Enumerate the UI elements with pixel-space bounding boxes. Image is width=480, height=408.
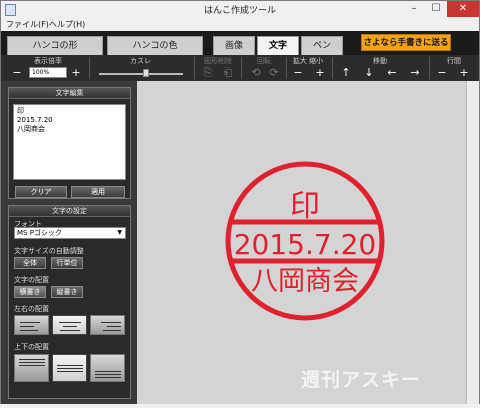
menu-help[interactable]: ヘルプ(H) [49, 19, 85, 30]
delete-shape-label: 図形削除 [204, 57, 232, 65]
text-settings-header: 文字の設定 [9, 206, 130, 217]
vertical-align-label: 上下の配置 [14, 343, 49, 351]
rotate-label: 回転 [257, 57, 271, 65]
toolbar-divider [89, 57, 90, 79]
autosize-all-button[interactable]: 全体 [14, 257, 46, 269]
zoom-label: 表示倍率 [34, 57, 62, 65]
stamp-canvas[interactable]: 印 2015.7.20 八岡商会 [137, 81, 466, 404]
kasure-slider-thumb[interactable] [143, 69, 149, 77]
kasure-label: カスレ [130, 57, 151, 65]
app-window: はんこ作成ツール – ☐ ✕ ファイル(F) ヘルプ(H) ハンコの形 ハンコの… [0, 0, 480, 404]
move-down-button[interactable]: ↓ [362, 67, 376, 80]
scale-up-button[interactable]: + [313, 67, 327, 80]
line-spacing-decrease-button[interactable]: − [435, 67, 449, 80]
text-line-1: 印 [17, 107, 24, 115]
autosize-per-line-button[interactable]: 行単位 [51, 257, 83, 269]
horizontal-align-label: 左右の配置 [14, 305, 49, 313]
zoom-out-button[interactable]: − [10, 67, 24, 80]
move-label: 移動 [373, 57, 387, 65]
scale-label: 拡大 縮小 [292, 57, 324, 65]
font-select-value: MS Pゴシック [17, 229, 62, 237]
text-line-3: 八岡商会 [17, 125, 45, 133]
tab-image[interactable]: 画像 [213, 36, 255, 55]
align-bottom-button[interactable] [90, 354, 125, 382]
send-to-sayonara-button[interactable]: さよなら手書きに送る [361, 34, 451, 51]
stamp-text-bottom: 八岡商会 [251, 266, 359, 297]
font-select[interactable]: MS Pゴシック ▼ [14, 227, 126, 239]
move-right-button[interactable]: → [408, 67, 422, 80]
stamp-text-top: 印 [290, 189, 320, 224]
text-edit-panel: 文字編集 印 2015.7.20 八岡商会 クリア 適用 [8, 87, 131, 199]
align-center-button[interactable] [52, 315, 87, 335]
autosize-label: 文字サイズの自動調整 [14, 247, 84, 255]
tab-text[interactable]: 文字 [257, 36, 299, 55]
text-line-2: 2015.7.20 [17, 116, 53, 124]
minimize-button[interactable]: – [403, 1, 425, 17]
tab-stamp-color[interactable]: ハンコの色 [107, 36, 203, 55]
copy-icon: ⎘ [203, 66, 213, 79]
toolbar-divider [241, 57, 242, 79]
clear-button[interactable]: クリア [15, 186, 67, 198]
kasure-slider-track [99, 73, 183, 75]
close-button[interactable]: ✕ [447, 1, 479, 17]
apply-button[interactable]: 適用 [71, 186, 125, 198]
watermark-logo: 週刊アスキー [301, 369, 422, 391]
toolbar-divider [429, 57, 430, 79]
tab-strip: ハンコの形 ハンコの色 画像 文字 ペン さよなら手書きに送る [1, 31, 479, 55]
horizontal-writing-button[interactable]: 横書き [14, 286, 46, 298]
toolbar-divider [332, 57, 333, 79]
toolbar-divider [194, 57, 195, 79]
move-up-button[interactable]: ↑ [339, 67, 353, 80]
tab-stamp-shape[interactable]: ハンコの形 [7, 36, 103, 55]
rotate-left-icon: ⟲ [251, 66, 261, 79]
zoom-in-button[interactable]: + [69, 67, 83, 80]
align-top-button[interactable] [14, 354, 49, 382]
zoom-select[interactable]: 100% [29, 67, 67, 78]
title-bar: はんこ作成ツール – ☐ ✕ [1, 1, 479, 19]
rotate-right-icon: ⟳ [269, 66, 279, 79]
menu-file[interactable]: ファイル(F) [6, 19, 49, 30]
paste-icon: ⎗ [223, 66, 233, 79]
scale-down-button[interactable]: − [291, 67, 305, 80]
stamp-preview: 印 2015.7.20 八岡商会 [225, 161, 385, 321]
align-left-button[interactable] [14, 315, 49, 335]
tab-pen[interactable]: ペン [301, 36, 343, 55]
stamp-text-input[interactable]: 印 2015.7.20 八岡商会 [13, 104, 126, 180]
chevron-down-icon: ▼ [117, 229, 122, 236]
text-settings-panel: 文字の設定 フォント MS Pゴシック ▼ 文字サイズの自動調整 全体 行単位 … [8, 205, 131, 399]
vertical-scrollbar[interactable] [466, 81, 479, 404]
toolbar: 表示倍率 − 100% + カスレ 図形削除 ⎘ ⎗ 回転 ⟲ ⟳ 拡大 縮小 … [1, 55, 479, 81]
align-right-button[interactable] [90, 315, 125, 335]
line-spacing-increase-button[interactable]: + [457, 67, 471, 80]
align-middle-button[interactable] [52, 354, 87, 382]
left-panel: 文字編集 印 2015.7.20 八岡商会 クリア 適用 文字の設定 フォント … [1, 81, 137, 404]
menu-bar: ファイル(F) ヘルプ(H) [1, 19, 479, 31]
text-edit-header: 文字編集 [9, 88, 130, 99]
vertical-writing-button[interactable]: 縦書き [51, 286, 83, 298]
line-spacing-label: 行間 [447, 57, 461, 65]
move-left-button[interactable]: ← [385, 67, 399, 80]
toolbar-divider [286, 57, 287, 79]
stamp-text-date: 2015.7.20 [234, 228, 377, 261]
maximize-button[interactable]: ☐ [425, 1, 447, 17]
arrange-label: 文字の配置 [14, 276, 49, 284]
